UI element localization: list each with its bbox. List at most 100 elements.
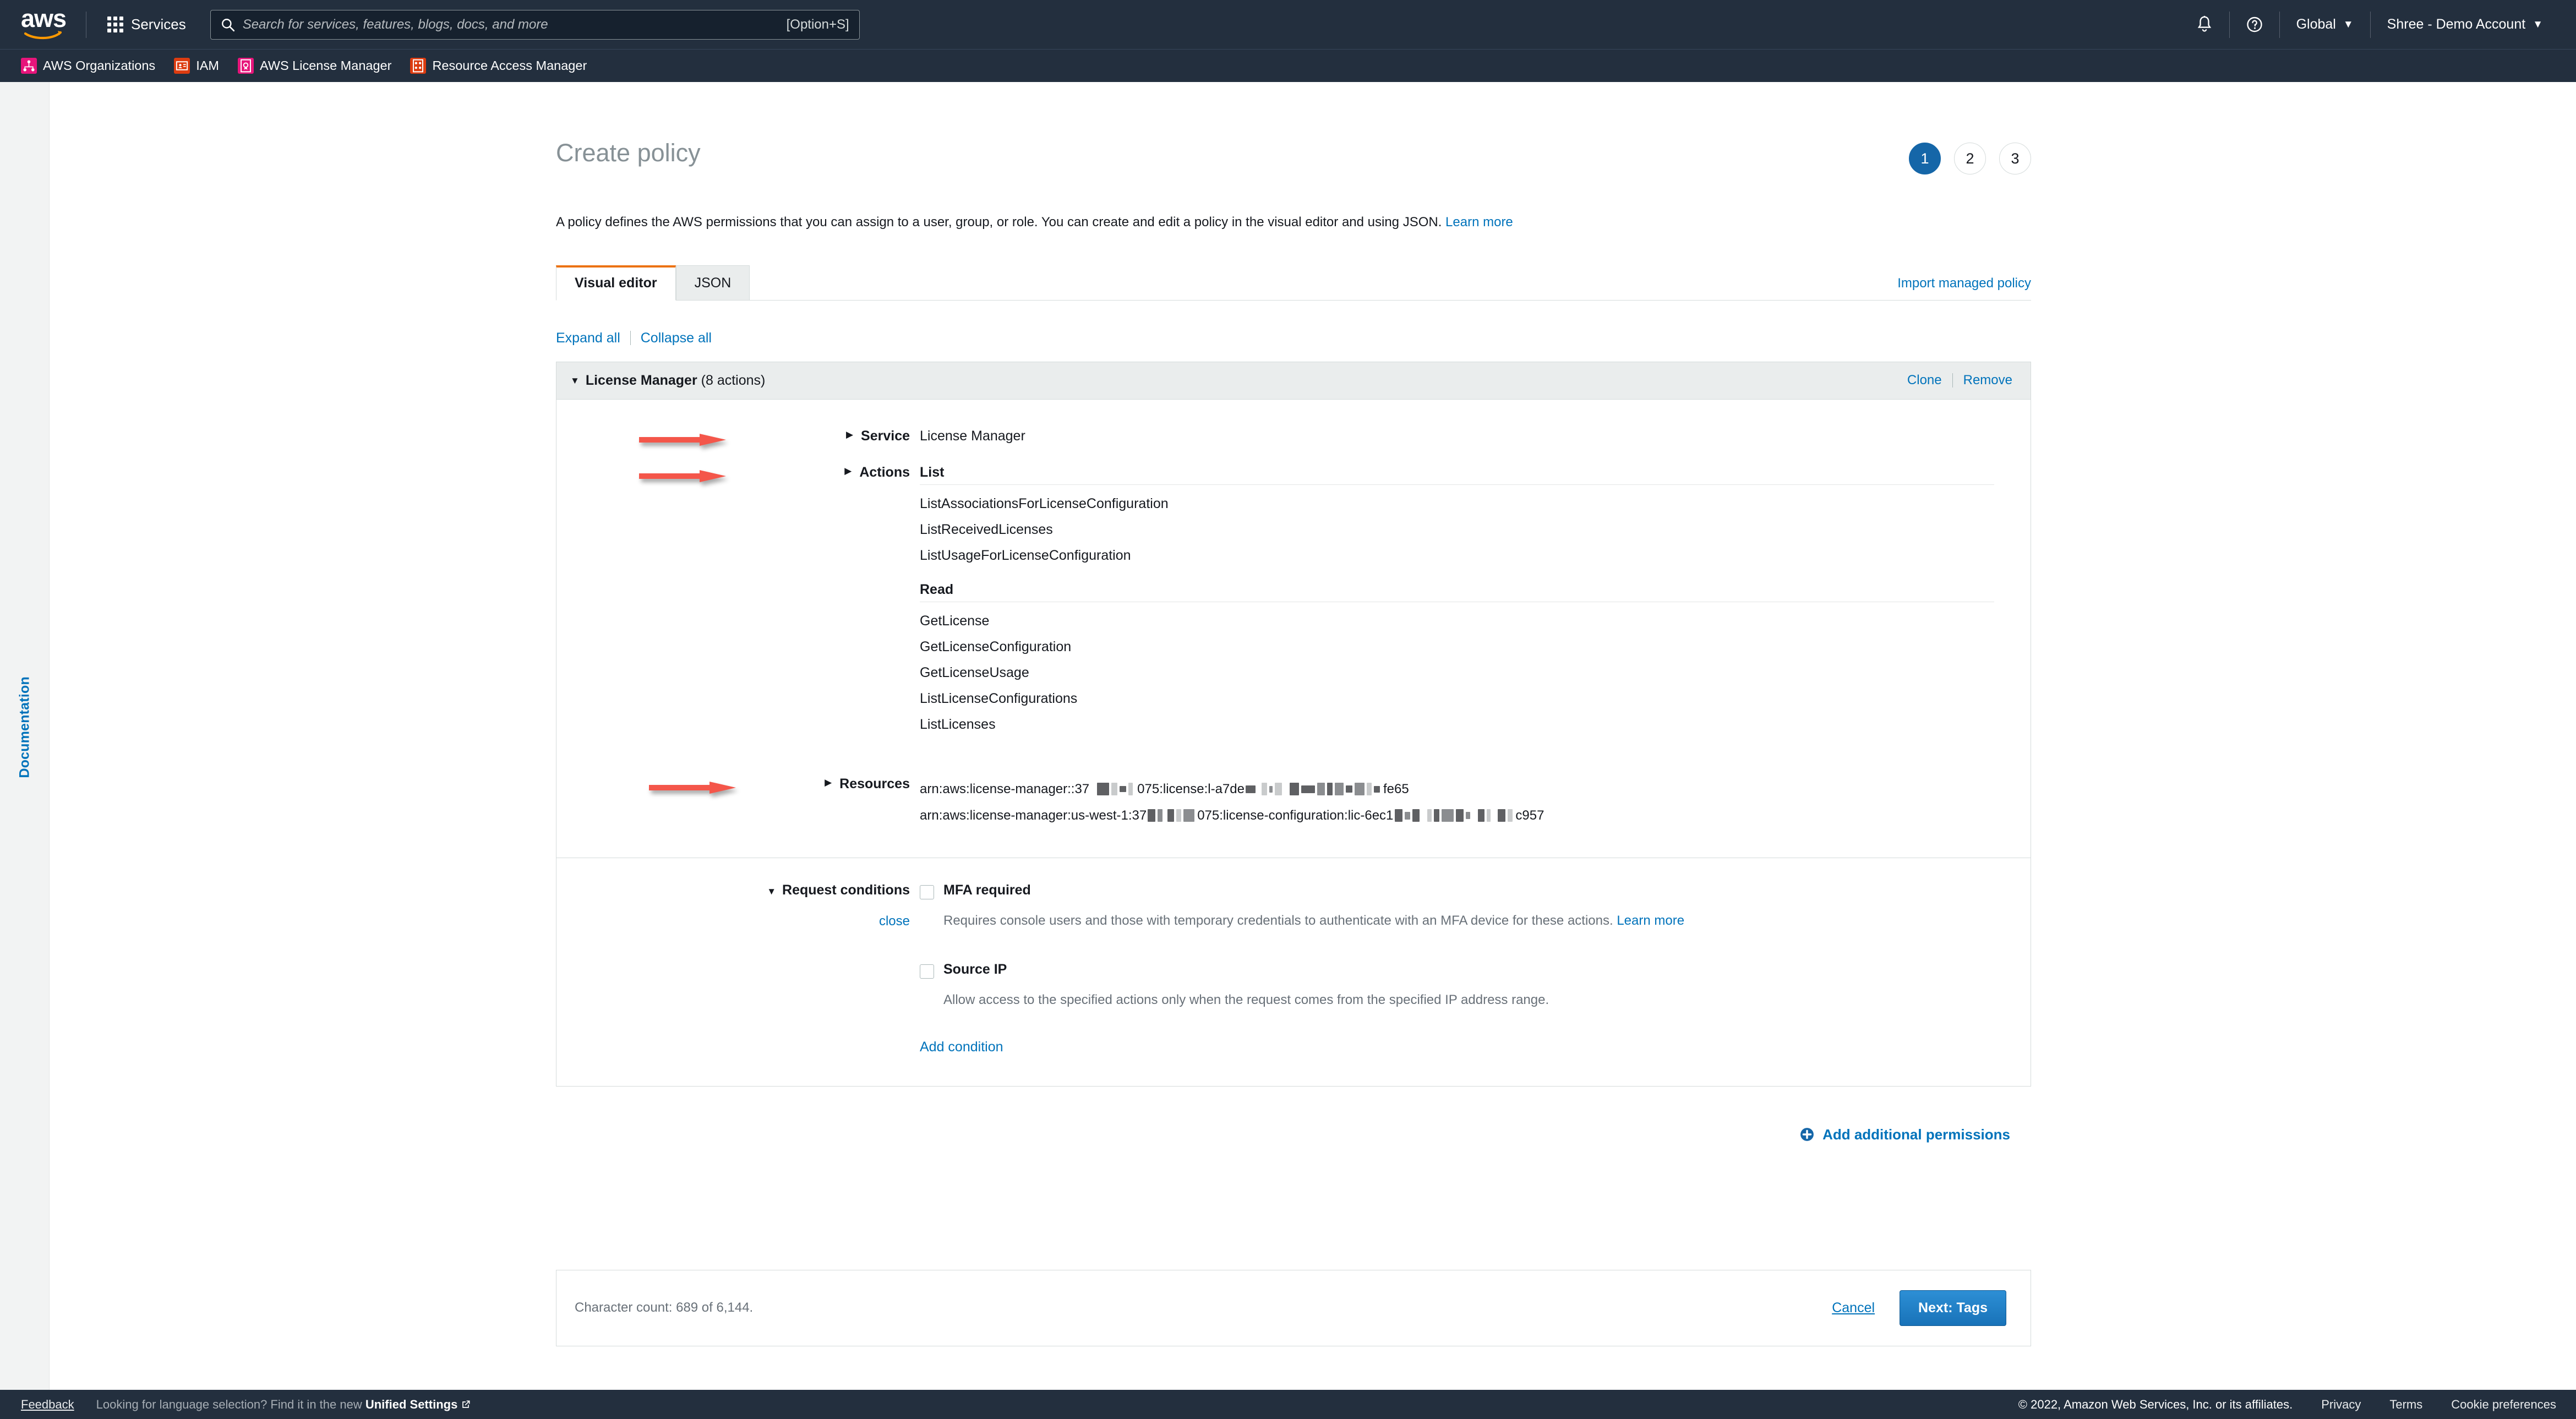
character-count: Character count: 689 of 6,144. xyxy=(575,1300,753,1316)
action-group-title: List xyxy=(920,465,2009,484)
redaction-block xyxy=(1374,786,1380,793)
top-navigation-bar: aws Services Search for services, featur… xyxy=(0,0,2576,49)
chevron-down-icon[interactable]: ▼ xyxy=(767,886,776,897)
redaction-block xyxy=(1111,783,1117,795)
aws-logo[interactable]: aws xyxy=(21,9,72,40)
annotation-arrow-actions xyxy=(639,469,727,481)
privacy-link[interactable]: Privacy xyxy=(2321,1398,2361,1412)
permission-service-name: License Manager xyxy=(586,373,697,388)
license-manager-icon xyxy=(238,58,254,74)
region-selector[interactable]: Global ▼ xyxy=(2280,12,2370,38)
resource-arn-prefix: arn:aws:license-manager:us-west-1:37 xyxy=(920,803,1147,829)
step-2[interactable]: 2 xyxy=(1954,143,1986,174)
mfa-required-label: MFA required xyxy=(943,882,1031,898)
iam-icon xyxy=(174,58,190,74)
mfa-required-checkbox[interactable] xyxy=(920,885,934,899)
chevron-right-icon[interactable]: ▶ xyxy=(825,776,832,790)
resource-arn-suffix: c957 xyxy=(1515,803,1544,829)
collapse-all-link[interactable]: Collapse all xyxy=(641,330,712,346)
request-conditions-title[interactable]: ▼ Request conditions xyxy=(556,882,910,898)
source-ip-checkbox[interactable] xyxy=(920,964,934,979)
expand-all-link[interactable]: Expand all xyxy=(556,330,620,346)
redaction-block xyxy=(1167,809,1174,822)
action-item[interactable]: GetLicense xyxy=(920,608,2009,634)
permission-block-header[interactable]: ▼ License Manager (8 actions) Clone Remo… xyxy=(556,362,2031,400)
add-additional-permissions-button[interactable]: Add additional permissions xyxy=(1800,1126,2010,1143)
request-conditions-label: Request conditions xyxy=(782,882,910,898)
remove-link[interactable]: Remove xyxy=(1963,373,2012,388)
documentation-tab[interactable]: Documentation xyxy=(17,676,32,778)
close-conditions-wrap: close xyxy=(556,914,910,929)
tabs-underline xyxy=(556,300,2031,301)
search-placeholder: Search for services, features, blogs, do… xyxy=(243,17,779,32)
close-link[interactable]: close xyxy=(879,914,910,929)
region-label: Global xyxy=(2296,17,2336,32)
action-item[interactable]: GetLicenseConfiguration xyxy=(920,634,2009,660)
mfa-required-row: MFA required xyxy=(920,882,2009,899)
page-title: Create policy xyxy=(556,140,701,165)
unified-settings-link[interactable]: Unified Settings xyxy=(365,1398,457,1411)
shortcut-iam[interactable]: IAM xyxy=(174,58,219,74)
language-notice: Looking for language selection? Find it … xyxy=(96,1398,472,1412)
step-1[interactable]: 1 xyxy=(1909,143,1941,174)
redaction-block xyxy=(1442,809,1454,822)
resources-row: ▶ Resources arn:aws:license-manager::37 … xyxy=(556,738,2031,858)
tab-json[interactable]: JSON xyxy=(676,265,750,301)
resource-arn-mid: 075:license:l-a7de xyxy=(1137,776,1245,803)
cancel-button[interactable]: Cancel xyxy=(1832,1300,1875,1316)
add-condition-link[interactable]: Add condition xyxy=(920,1039,1003,1055)
request-conditions-row: ▼ Request conditions close MFA required xyxy=(556,858,2031,1086)
redaction-block xyxy=(1183,809,1194,822)
action-item[interactable]: GetLicenseUsage xyxy=(920,660,2009,686)
global-search-bar[interactable]: Search for services, features, blogs, do… xyxy=(210,10,860,40)
service-value-col: License Manager xyxy=(920,428,2031,444)
tab-visual-editor[interactable]: Visual editor xyxy=(556,265,676,301)
action-item[interactable]: ListLicenseConfigurations xyxy=(920,686,2009,712)
footer-left: Feedback Looking for language selection?… xyxy=(21,1398,471,1412)
import-managed-policy-link[interactable]: Import managed policy xyxy=(1897,276,2031,300)
redaction-block xyxy=(1466,812,1470,819)
account-menu[interactable]: Shree - Demo Account ▼ xyxy=(2371,12,2559,38)
next-tags-button[interactable]: Next: Tags xyxy=(1900,1290,2006,1326)
mfa-learn-more-link[interactable]: Learn more xyxy=(1617,913,1684,928)
terms-link[interactable]: Terms xyxy=(2389,1398,2422,1412)
redaction-block xyxy=(1487,809,1491,822)
learn-more-link[interactable]: Learn more xyxy=(1445,215,1513,230)
permission-block-body: ▶ Service License Manager xyxy=(556,400,2031,1086)
shortcut-resource-access-manager[interactable]: Resource Access Manager xyxy=(410,58,587,74)
shortcut-aws-organizations[interactable]: AWS Organizations xyxy=(21,58,155,74)
action-item[interactable]: ListLicenses xyxy=(920,712,2009,738)
grid-icon xyxy=(107,17,123,32)
action-item[interactable]: ListUsageForLicenseConfiguration xyxy=(920,543,2009,569)
redaction-block xyxy=(1148,809,1155,822)
redaction-block xyxy=(1346,785,1352,793)
ram-icon xyxy=(410,58,426,74)
notifications-button[interactable] xyxy=(2180,12,2229,38)
services-menu-button[interactable]: Services xyxy=(100,12,194,37)
step-3[interactable]: 3 xyxy=(1999,143,2031,174)
chevron-right-icon[interactable]: ▶ xyxy=(846,428,853,442)
add-permissions-label: Add additional permissions xyxy=(1822,1126,2010,1143)
cookie-preferences-link[interactable]: Cookie preferences xyxy=(2451,1398,2556,1412)
chevron-down-icon[interactable]: ▼ xyxy=(570,376,580,385)
clone-link[interactable]: Clone xyxy=(1907,373,1942,388)
feedback-link[interactable]: Feedback xyxy=(21,1398,74,1412)
shortcut-aws-license-manager[interactable]: AWS License Manager xyxy=(238,58,391,74)
resource-arn-suffix: fe65 xyxy=(1383,776,1409,803)
chevron-right-icon[interactable]: ▶ xyxy=(844,465,852,478)
redaction-block xyxy=(1395,809,1402,822)
help-button[interactable] xyxy=(2230,12,2279,38)
link-divider xyxy=(1952,373,1953,388)
redaction-block xyxy=(1097,783,1109,795)
redaction-block xyxy=(1246,785,1256,793)
aws-wordmark: aws xyxy=(21,9,72,28)
permission-block-title: License Manager (8 actions) xyxy=(586,373,766,389)
resource-arn-prefix: arn:aws:license-manager::37 xyxy=(920,776,1089,803)
add-permissions-row: Add additional permissions xyxy=(556,1126,2031,1143)
action-item[interactable]: ListReceivedLicenses xyxy=(920,517,2009,543)
mfa-description-text: Requires console users and those with te… xyxy=(943,913,1613,928)
action-item[interactable]: ListAssociationsForLicenseConfiguration xyxy=(920,491,2009,517)
redaction-block xyxy=(1317,783,1325,795)
redaction-block xyxy=(1301,785,1315,793)
service-shortcut-bar: AWS Organizations IAM AWS License Manage… xyxy=(0,49,2576,82)
